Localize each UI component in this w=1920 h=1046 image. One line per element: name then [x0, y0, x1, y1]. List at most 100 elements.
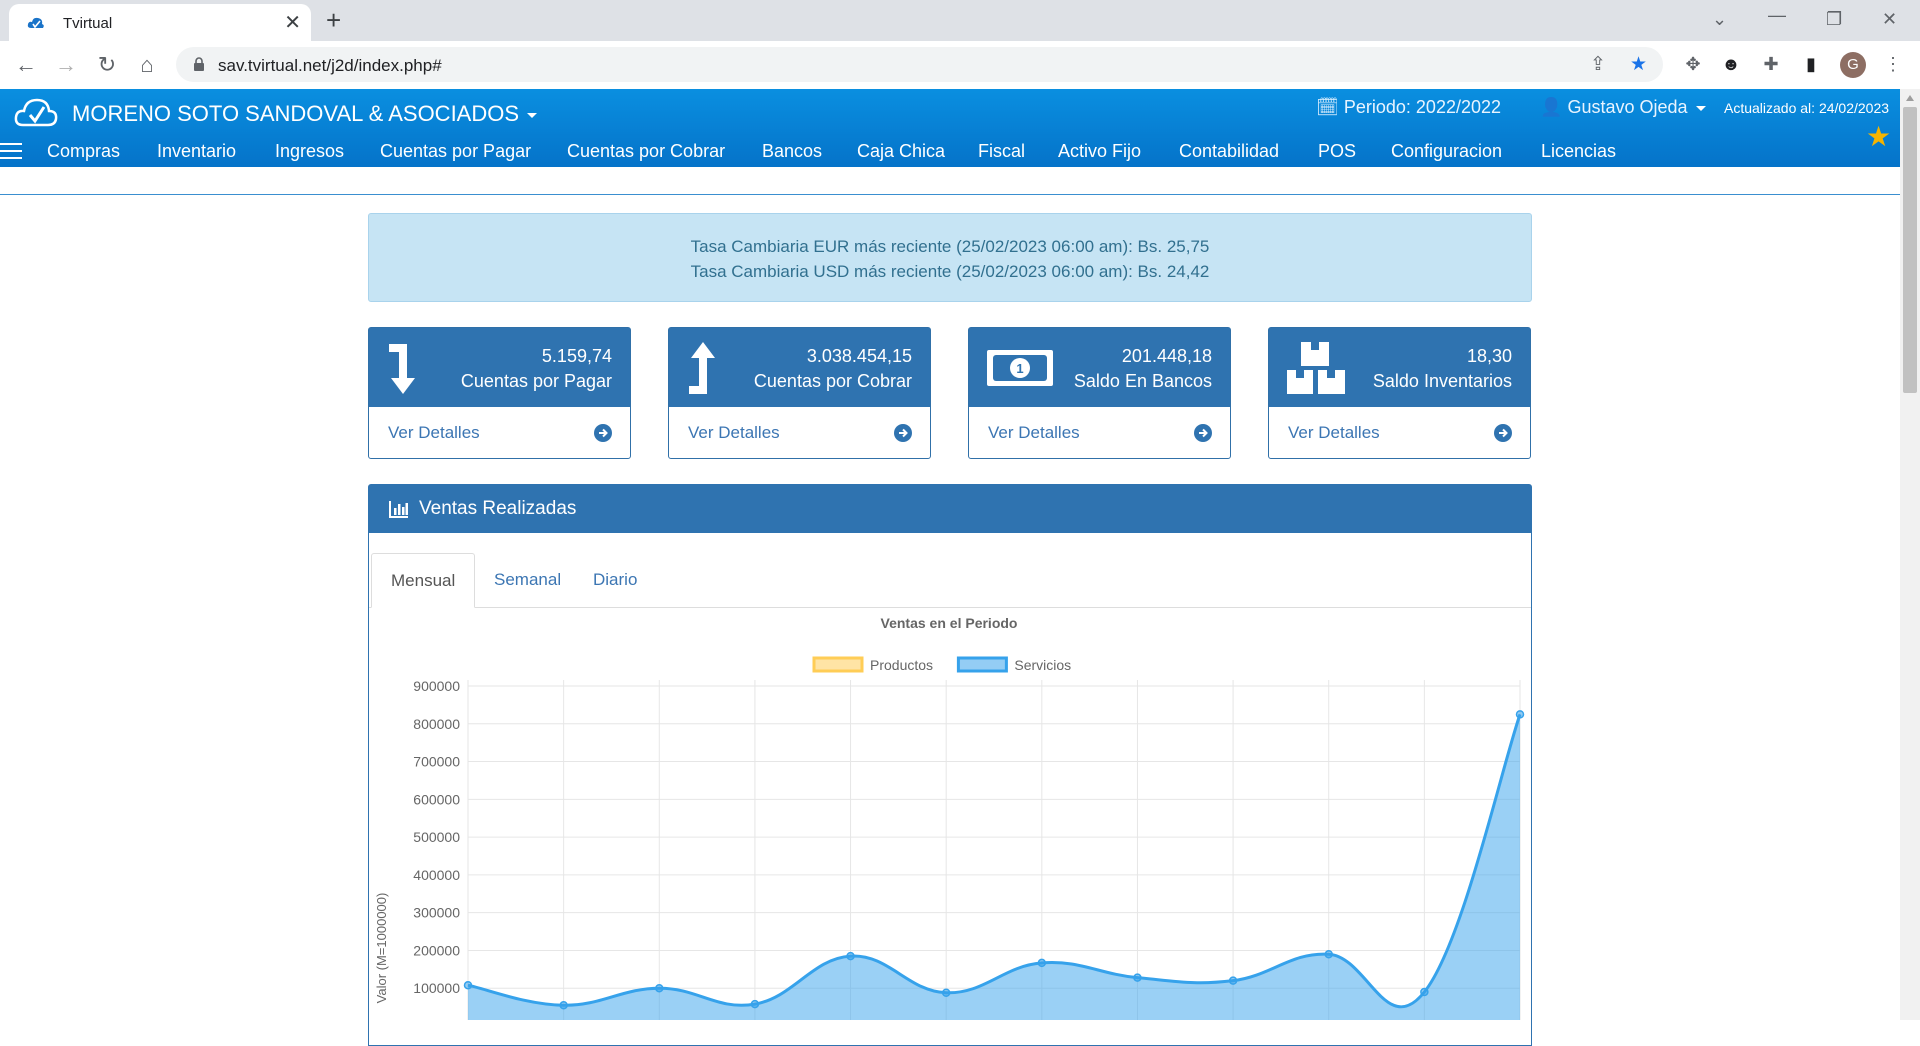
exchange-rate-alert: Tasa Cambiaria EUR más reciente (25/02/2… [368, 213, 1532, 302]
eur-rate: Tasa Cambiaria EUR más reciente (25/02/2… [690, 237, 1210, 256]
user-icon: 👤 [1540, 97, 1563, 117]
data-point-1-2 [655, 983, 664, 993]
menu-item-inventario[interactable]: Inventario [157, 141, 236, 162]
tab-title: Tvirtual [63, 15, 113, 32]
y-tick-label: 300000 [413, 905, 460, 921]
card-label: Saldo Inventarios [1372, 371, 1512, 391]
card-header: 3.038.454,15 Cuentas por Cobrar [669, 328, 930, 407]
legend-swatch-0 [812, 656, 864, 673]
tab-close-icon[interactable]: ✕ [284, 11, 301, 35]
card-label: Cuentas por Pagar [460, 371, 612, 391]
menu-item-activo-fijo[interactable]: Activo Fijo [1058, 141, 1141, 162]
y-tick-label: 400000 [413, 867, 460, 883]
minimize-icon[interactable]: — [1768, 2, 1786, 28]
sidepanel-icon[interactable]: ▮ [1800, 53, 1822, 75]
extensions-icon[interactable]: ✚ [1760, 53, 1782, 75]
scroll-up-icon[interactable] [1906, 95, 1914, 101]
company-selector[interactable]: MORENO SOTO SANDOVAL & ASOCIADOS [72, 101, 538, 127]
url-text: sav.tvirtual.net/j2d/index.php# [218, 56, 442, 75]
card-value: 201.448,18 [1121, 346, 1212, 366]
menu-item-contabilidad[interactable]: Contabilidad [1179, 141, 1279, 162]
arrow-circle-right-icon[interactable] [1494, 424, 1512, 442]
header-divider [0, 194, 1900, 195]
chevron-down-icon [527, 112, 538, 118]
profile-avatar[interactable]: G [1840, 52, 1866, 78]
menu-item-configuracion[interactable]: Configuracion [1391, 141, 1502, 162]
y-tick-label: 700000 [413, 754, 460, 770]
ver-detalles-link[interactable]: Ver Detalles [988, 423, 1080, 443]
tab-search-icon[interactable]: ⌄ [1712, 6, 1727, 32]
usd-rate: Tasa Cambiaria USD más reciente (25/02/2… [690, 262, 1210, 281]
bar-chart-icon [389, 501, 408, 518]
menu-item-bancos[interactable]: Bancos [762, 141, 822, 162]
forward-icon[interactable]: → [54, 53, 78, 77]
address-bar[interactable]: sav.tvirtual.net/j2d/index.php# ⇪ ★ [176, 47, 1663, 82]
company-name: MORENO SOTO SANDOVAL & ASOCIADOS [72, 101, 520, 126]
menu-item-ingresos[interactable]: Ingresos [275, 141, 344, 162]
arrow-down-icon [389, 344, 415, 394]
user-menu[interactable]: 👤 Gustavo Ojeda [1540, 97, 1706, 118]
periodo-selector[interactable]: 🗓 Periodo: 2022/2022 [1316, 97, 1501, 118]
card-cuentas-por-cobrar: 3.038.454,15 Cuentas por Cobrar Ver Deta… [668, 327, 931, 459]
ver-detalles-link[interactable]: Ver Detalles [388, 423, 480, 443]
hamburger-icon[interactable] [0, 143, 22, 159]
y-tick-label: 600000 [413, 791, 460, 807]
arrow-up-icon [689, 342, 715, 394]
ver-detalles-link[interactable]: Ver Detalles [688, 423, 780, 443]
legend-label-1: Servicios [1014, 657, 1071, 673]
menu-item-cuentas-por-cobrar[interactable]: Cuentas por Cobrar [567, 141, 725, 162]
menu-item-fiscal[interactable]: Fiscal [978, 141, 1025, 162]
chevron-down-icon [1695, 105, 1706, 111]
data-point-1-8 [1228, 976, 1238, 985]
scroll-thumb[interactable] [1903, 107, 1917, 393]
share-icon[interactable]: ⇪ [1590, 55, 1606, 75]
tab-diario[interactable]: Diario [574, 553, 656, 607]
data-point-1-9 [1324, 949, 1333, 959]
data-point-1-0 [463, 980, 473, 990]
menu-item-pos[interactable]: POS [1318, 141, 1356, 162]
y-tick-label: 500000 [413, 829, 460, 845]
menu-item-compras[interactable]: Compras [47, 141, 120, 162]
boxes-icon [1287, 342, 1345, 394]
legend-swatch-1 [956, 656, 1008, 673]
ventas-chart: Ventas en el Periodo Productos Servicios 10… [374, 615, 1525, 1020]
browser-tabstrip: Tvirtual ✕ + ⌄ — ❐ ✕ [0, 0, 1920, 41]
data-point-1-5 [941, 988, 951, 998]
restore-icon[interactable]: ❐ [1826, 6, 1842, 32]
menu-item-cuentas-por-pagar[interactable]: Cuentas por Pagar [380, 141, 531, 162]
panel-title: Ventas Realizadas [419, 498, 577, 519]
browser-tab[interactable]: Tvirtual ✕ [9, 4, 311, 41]
browser-menu-icon[interactable]: ⋮ [1882, 53, 1904, 75]
menu-item-licencias[interactable]: Licencias [1541, 141, 1616, 162]
home-icon[interactable]: ⌂ [135, 53, 159, 77]
card-header: 18,30 Saldo Inventarios [1269, 328, 1530, 407]
y-tick-label: 200000 [413, 942, 460, 958]
back-icon[interactable]: ← [14, 53, 38, 77]
lock-icon [194, 57, 204, 71]
arrow-circle-right-icon[interactable] [894, 424, 912, 442]
arrow-circle-right-icon[interactable] [594, 424, 612, 442]
tab-semanal[interactable]: Semanal [475, 553, 580, 607]
card-cuentas-por-pagar: 5.159,74 Cuentas por Pagar Ver Detalles [368, 327, 631, 459]
calendar-icon: 🗓 [1316, 97, 1339, 117]
page-scrollbar[interactable] [1900, 89, 1920, 1020]
card-saldo-inventarios: 18,30 Saldo Inventarios Ver Detalles [1268, 327, 1531, 459]
dropbox-icon[interactable]: ✥ [1682, 53, 1704, 75]
card-label: Saldo En Bancos [1073, 371, 1212, 391]
new-tab-button[interactable]: + [326, 6, 341, 34]
bookmark-star-icon[interactable]: ★ [1630, 55, 1647, 75]
star-icon[interactable]: ★ [1866, 123, 1891, 151]
close-window-icon[interactable]: ✕ [1882, 6, 1897, 32]
people-icon[interactable]: ☻ [1720, 53, 1742, 75]
arrow-circle-right-icon[interactable] [1194, 424, 1212, 442]
reload-icon[interactable]: ↻ [95, 53, 119, 77]
card-value: 3.038.454,15 [806, 346, 912, 366]
legend-label-0: Productos [870, 657, 933, 673]
ver-detalles-link[interactable]: Ver Detalles [1288, 423, 1380, 443]
user-name: Gustavo Ojeda [1567, 97, 1688, 117]
y-tick-label: 100000 [413, 980, 460, 996]
brand-cloud-icon [14, 98, 58, 127]
data-point-1-1 [559, 1000, 568, 1010]
menu-item-caja-chica[interactable]: Caja Chica [857, 141, 945, 162]
cloud-icon [27, 17, 44, 29]
